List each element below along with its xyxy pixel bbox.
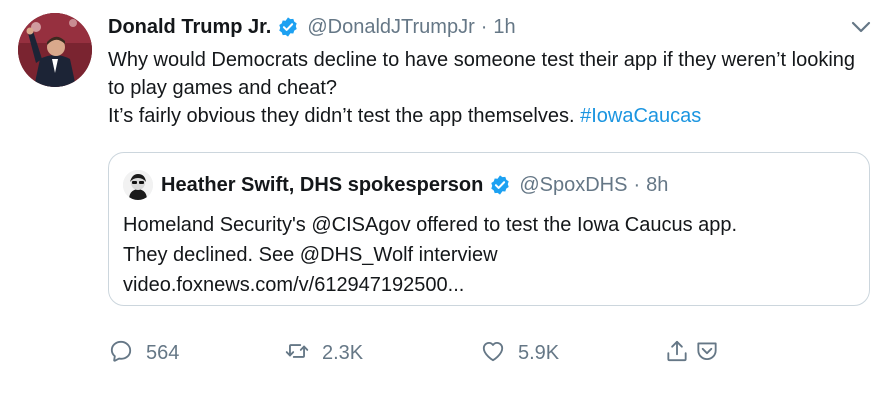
tweet[interactable]: Donald Trump Jr. @DonaldJTrumpJr · 1h Wh… <box>0 0 894 400</box>
retweet-icon <box>284 338 310 369</box>
tweet-actions: 564 2.3K 5.9K <box>108 338 728 368</box>
hashtag-link[interactable]: #IowaCaucas <box>580 105 701 127</box>
share-button[interactable] <box>664 338 720 368</box>
author-avatar[interactable] <box>18 13 92 87</box>
reply-count: 564 <box>146 341 180 364</box>
quoted-text-link: video.foxnews.com/v/612947192500... <box>123 274 465 296</box>
tweet-text-line: It’s fairly obvious they didn’t test the… <box>108 102 868 130</box>
verified-badge-icon <box>277 16 299 38</box>
tweet-header: Donald Trump Jr. @DonaldJTrumpJr · 1h <box>108 13 516 41</box>
verified-badge-icon <box>489 174 511 196</box>
author-avatar-image <box>18 13 92 87</box>
reply-icon <box>108 338 134 369</box>
tweet-text-line: Why would Democrats decline to have some… <box>108 49 856 99</box>
quoted-tweet-timestamp[interactable]: 8h <box>646 174 668 197</box>
quoted-author-name[interactable]: Heather Swift, DHS spokesperson <box>161 174 483 197</box>
like-button[interactable]: 5.9K <box>480 338 559 368</box>
author-name[interactable]: Donald Trump Jr. <box>108 16 271 39</box>
chevron-down-icon[interactable] <box>850 18 872 36</box>
tweet-timestamp[interactable]: 1h <box>493 16 515 39</box>
quoted-tweet-text: Homeland Security's @CISAgov offered to … <box>123 210 853 300</box>
heart-icon <box>480 338 506 369</box>
quoted-author-avatar-image <box>123 170 153 200</box>
quoted-author-avatar[interactable] <box>123 170 153 200</box>
quoted-tweet[interactable]: Heather Swift, DHS spokesperson @SpoxDHS… <box>108 152 870 306</box>
quoted-header-separator: · <box>633 173 641 196</box>
share-icon <box>664 338 690 369</box>
retweet-button[interactable]: 2.3K <box>284 338 363 368</box>
quoted-author-handle[interactable]: @SpoxDHS <box>519 174 627 197</box>
tweet-text: Why would Democrats decline to have some… <box>108 46 868 130</box>
retweet-count: 2.3K <box>322 341 364 364</box>
header-separator: · <box>480 15 488 38</box>
quoted-text-line: Homeland Security's @CISAgov offered to … <box>123 214 738 236</box>
quoted-text-line: They declined. See @DHS_Wolf interview <box>123 244 498 266</box>
tweet-text-plain: It’s fairly obvious they didn’t test the… <box>108 105 581 127</box>
pocket-icon[interactable] <box>694 338 720 369</box>
quoted-tweet-header: Heather Swift, DHS spokesperson @SpoxDHS… <box>123 170 668 200</box>
reply-button[interactable]: 564 <box>108 338 179 368</box>
author-handle[interactable]: @DonaldJTrumpJr <box>307 16 474 39</box>
like-count: 5.9K <box>518 341 560 364</box>
